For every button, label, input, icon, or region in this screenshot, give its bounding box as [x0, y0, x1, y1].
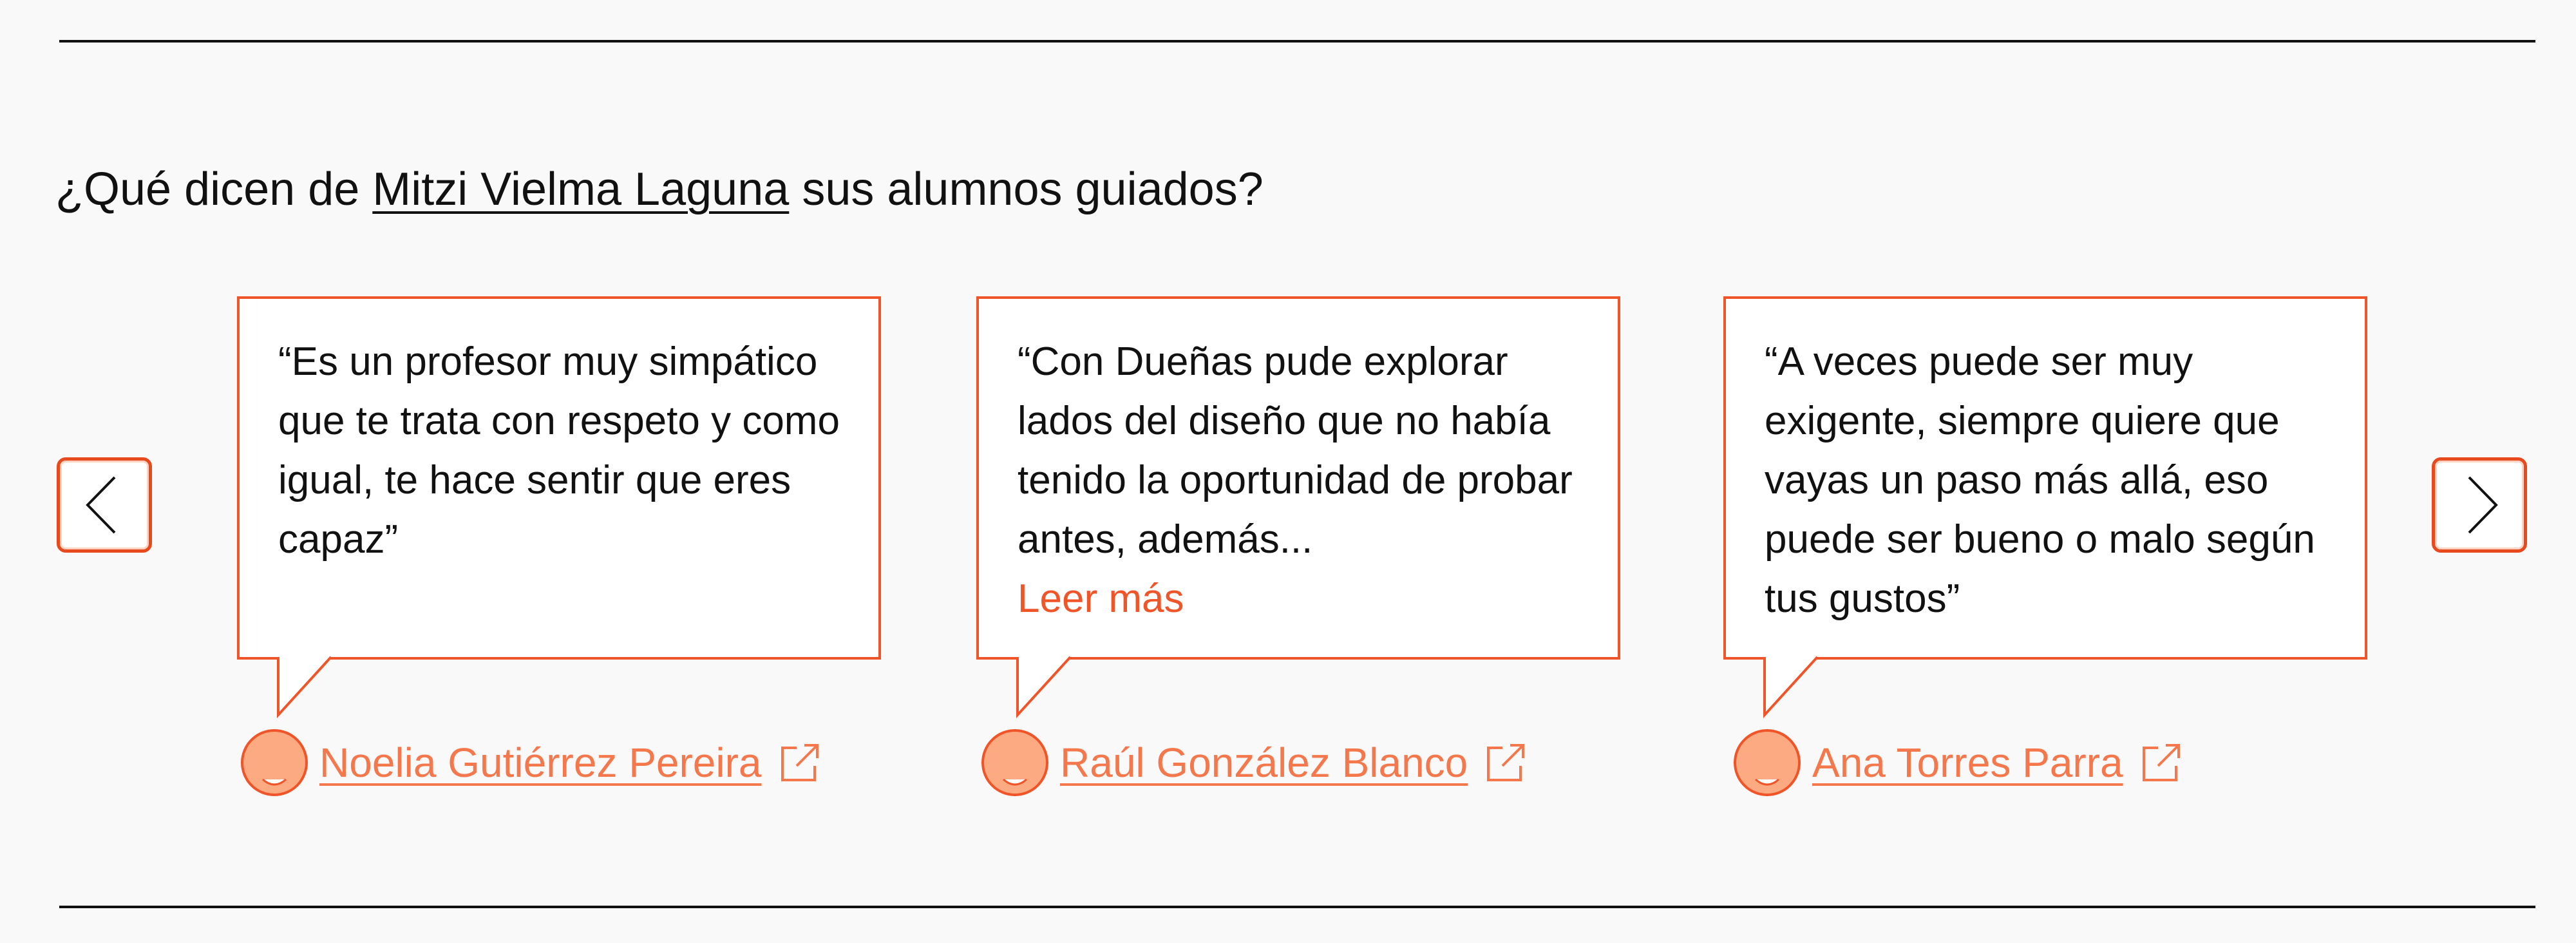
heading-prefix: ¿Qué dicen de [55, 164, 373, 215]
chevron-right-icon [2468, 476, 2498, 534]
section-heading: ¿Qué dicen de Mitzi Vielma Laguna sus al… [55, 157, 1264, 222]
bubble-tail [1763, 656, 1819, 719]
external-link-icon[interactable] [2140, 741, 2183, 784]
read-more-link[interactable]: Leer más [1018, 569, 1184, 629]
external-link-icon[interactable] [1484, 741, 1527, 784]
testimonial-quote: “A veces puede ser muy exigente, siempre… [1765, 339, 2315, 621]
author-name-link[interactable]: Noelia Gutiérrez Pereira [319, 739, 762, 786]
carousel-next-button[interactable] [2432, 457, 2527, 553]
testimonial-bubble: “A veces puede ser muy exigente, siempre… [1723, 296, 2367, 660]
external-link-icon[interactable] [779, 741, 821, 784]
testimonial-bubble: “Con Dueñas pude explorar lados del dise… [976, 296, 1620, 660]
chevron-left-icon [86, 476, 116, 534]
author-name-link[interactable]: Ana Torres Parra [1812, 739, 2123, 786]
avatar-icon [241, 729, 308, 796]
top-divider [59, 40, 2535, 43]
testimonial-author: Noelia Gutiérrez Pereira [240, 727, 821, 799]
testimonials-section: ¿Qué dicen de Mitzi Vielma Laguna sus al… [0, 0, 2576, 943]
mentor-name-link[interactable]: Mitzi Vielma Laguna [372, 164, 789, 215]
avatar-icon [1734, 729, 1801, 796]
bottom-divider [59, 906, 2535, 908]
testimonial-author: Raúl González Blanco [980, 727, 1527, 799]
bubble-tail [1016, 656, 1072, 719]
testimonial-quote: “Con Dueñas pude explorar lados del dise… [1018, 339, 1573, 562]
testimonial-author: Ana Torres Parra [1732, 727, 2183, 799]
bubble-tail [277, 656, 332, 719]
author-name-link[interactable]: Raúl González Blanco [1060, 739, 1468, 786]
avatar-icon [981, 729, 1048, 796]
testimonial-quote: “Es un profesor muy simpático que te tra… [278, 339, 840, 562]
heading-suffix: sus alumnos guiados? [789, 164, 1264, 215]
carousel-prev-button[interactable] [57, 457, 152, 553]
testimonial-bubble: “Es un profesor muy simpático que te tra… [237, 296, 881, 660]
